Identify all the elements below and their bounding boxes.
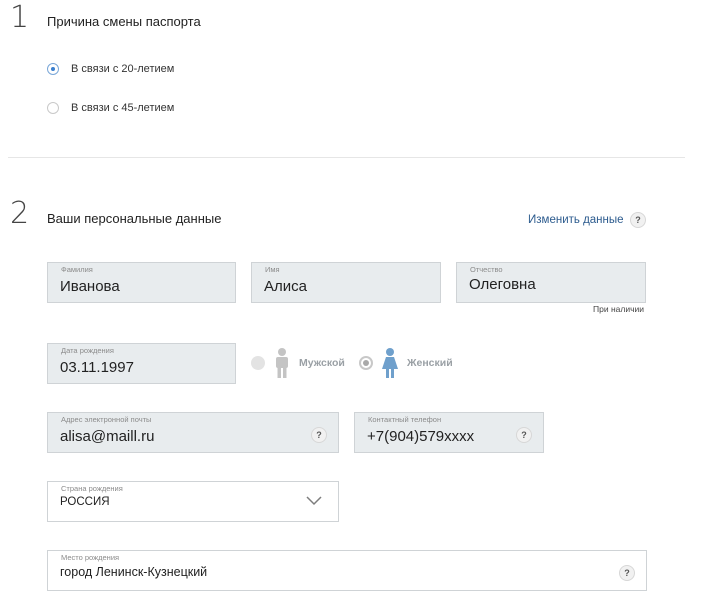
phone-label: Контактный телефон [368,415,442,424]
birth-date-label: Дата рождения [61,346,114,355]
email-value: alisa@maill.ru [60,428,155,445]
gender-male[interactable]: Мужской [251,347,345,379]
reason-option-45[interactable]: В связи с 45-летием [47,102,174,114]
personal-data-title: Ваши персональные данные [47,211,222,226]
surname-label: Фамилия [61,265,93,274]
reason-option-20[interactable]: В связи с 20-летием [47,63,174,75]
email-field[interactable]: Адрес электронной почты alisa@maill.ru ? [47,412,339,453]
patronymic-hint: При наличии [593,304,644,314]
gender-female-label: Женский [407,357,453,369]
step-number-2: 2 [10,196,30,231]
gender-female[interactable]: Женский [359,347,453,379]
phone-value: +7(904)579xxxx [367,428,475,445]
help-icon[interactable]: ? [630,212,646,228]
birth-date-field[interactable]: Дата рождения 03.11.1997 [47,343,236,384]
birth-place-field[interactable]: Место рождения город Ленинск-Кузнецкий ? [47,550,647,591]
patronymic-field[interactable]: Отчество Олеговна [456,262,646,303]
surname-field[interactable]: Фамилия Иванова [47,262,236,303]
help-icon[interactable]: ? [311,427,327,443]
birth-country-label: Страна рождения [61,484,123,493]
section-divider [8,157,685,158]
reason-title: Причина смены паспорта [47,14,201,29]
radio-45-years[interactable] [47,102,59,114]
chevron-down-icon[interactable] [306,496,322,506]
email-label: Адрес электронной почты [61,415,152,424]
birth-place-value: город Ленинск-Кузнецкий [60,565,208,579]
patronymic-value: Олеговна [469,276,536,293]
birth-country-value: РОССИЯ [60,496,110,508]
gender-male-label: Мужской [299,357,345,369]
birth-country-select[interactable]: Страна рождения РОССИЯ [47,481,339,522]
gender-male-radio[interactable] [251,356,265,370]
name-value: Алиса [264,278,307,295]
gender-female-radio[interactable] [359,356,373,370]
step-number-1: 1 [10,0,30,35]
reason-option-45-label: В связи с 45-летием [71,102,175,114]
male-icon [276,348,288,378]
birth-place-label: Место рождения [61,553,120,562]
help-icon[interactable]: ? [619,565,635,581]
radio-20-years[interactable] [47,63,59,75]
edit-data-link[interactable]: Изменить данные [528,214,624,226]
patronymic-label: Отчество [470,265,503,274]
phone-field[interactable]: Контактный телефон +7(904)579xxxx ? [354,412,544,453]
name-field[interactable]: Имя Алиса [251,262,441,303]
help-icon[interactable]: ? [516,427,532,443]
birth-date-value: 03.11.1997 [60,359,134,376]
reason-option-20-label: В связи с 20-летием [71,63,175,75]
surname-value: Иванова [60,278,120,295]
female-icon [382,348,398,378]
name-label: Имя [265,265,280,274]
